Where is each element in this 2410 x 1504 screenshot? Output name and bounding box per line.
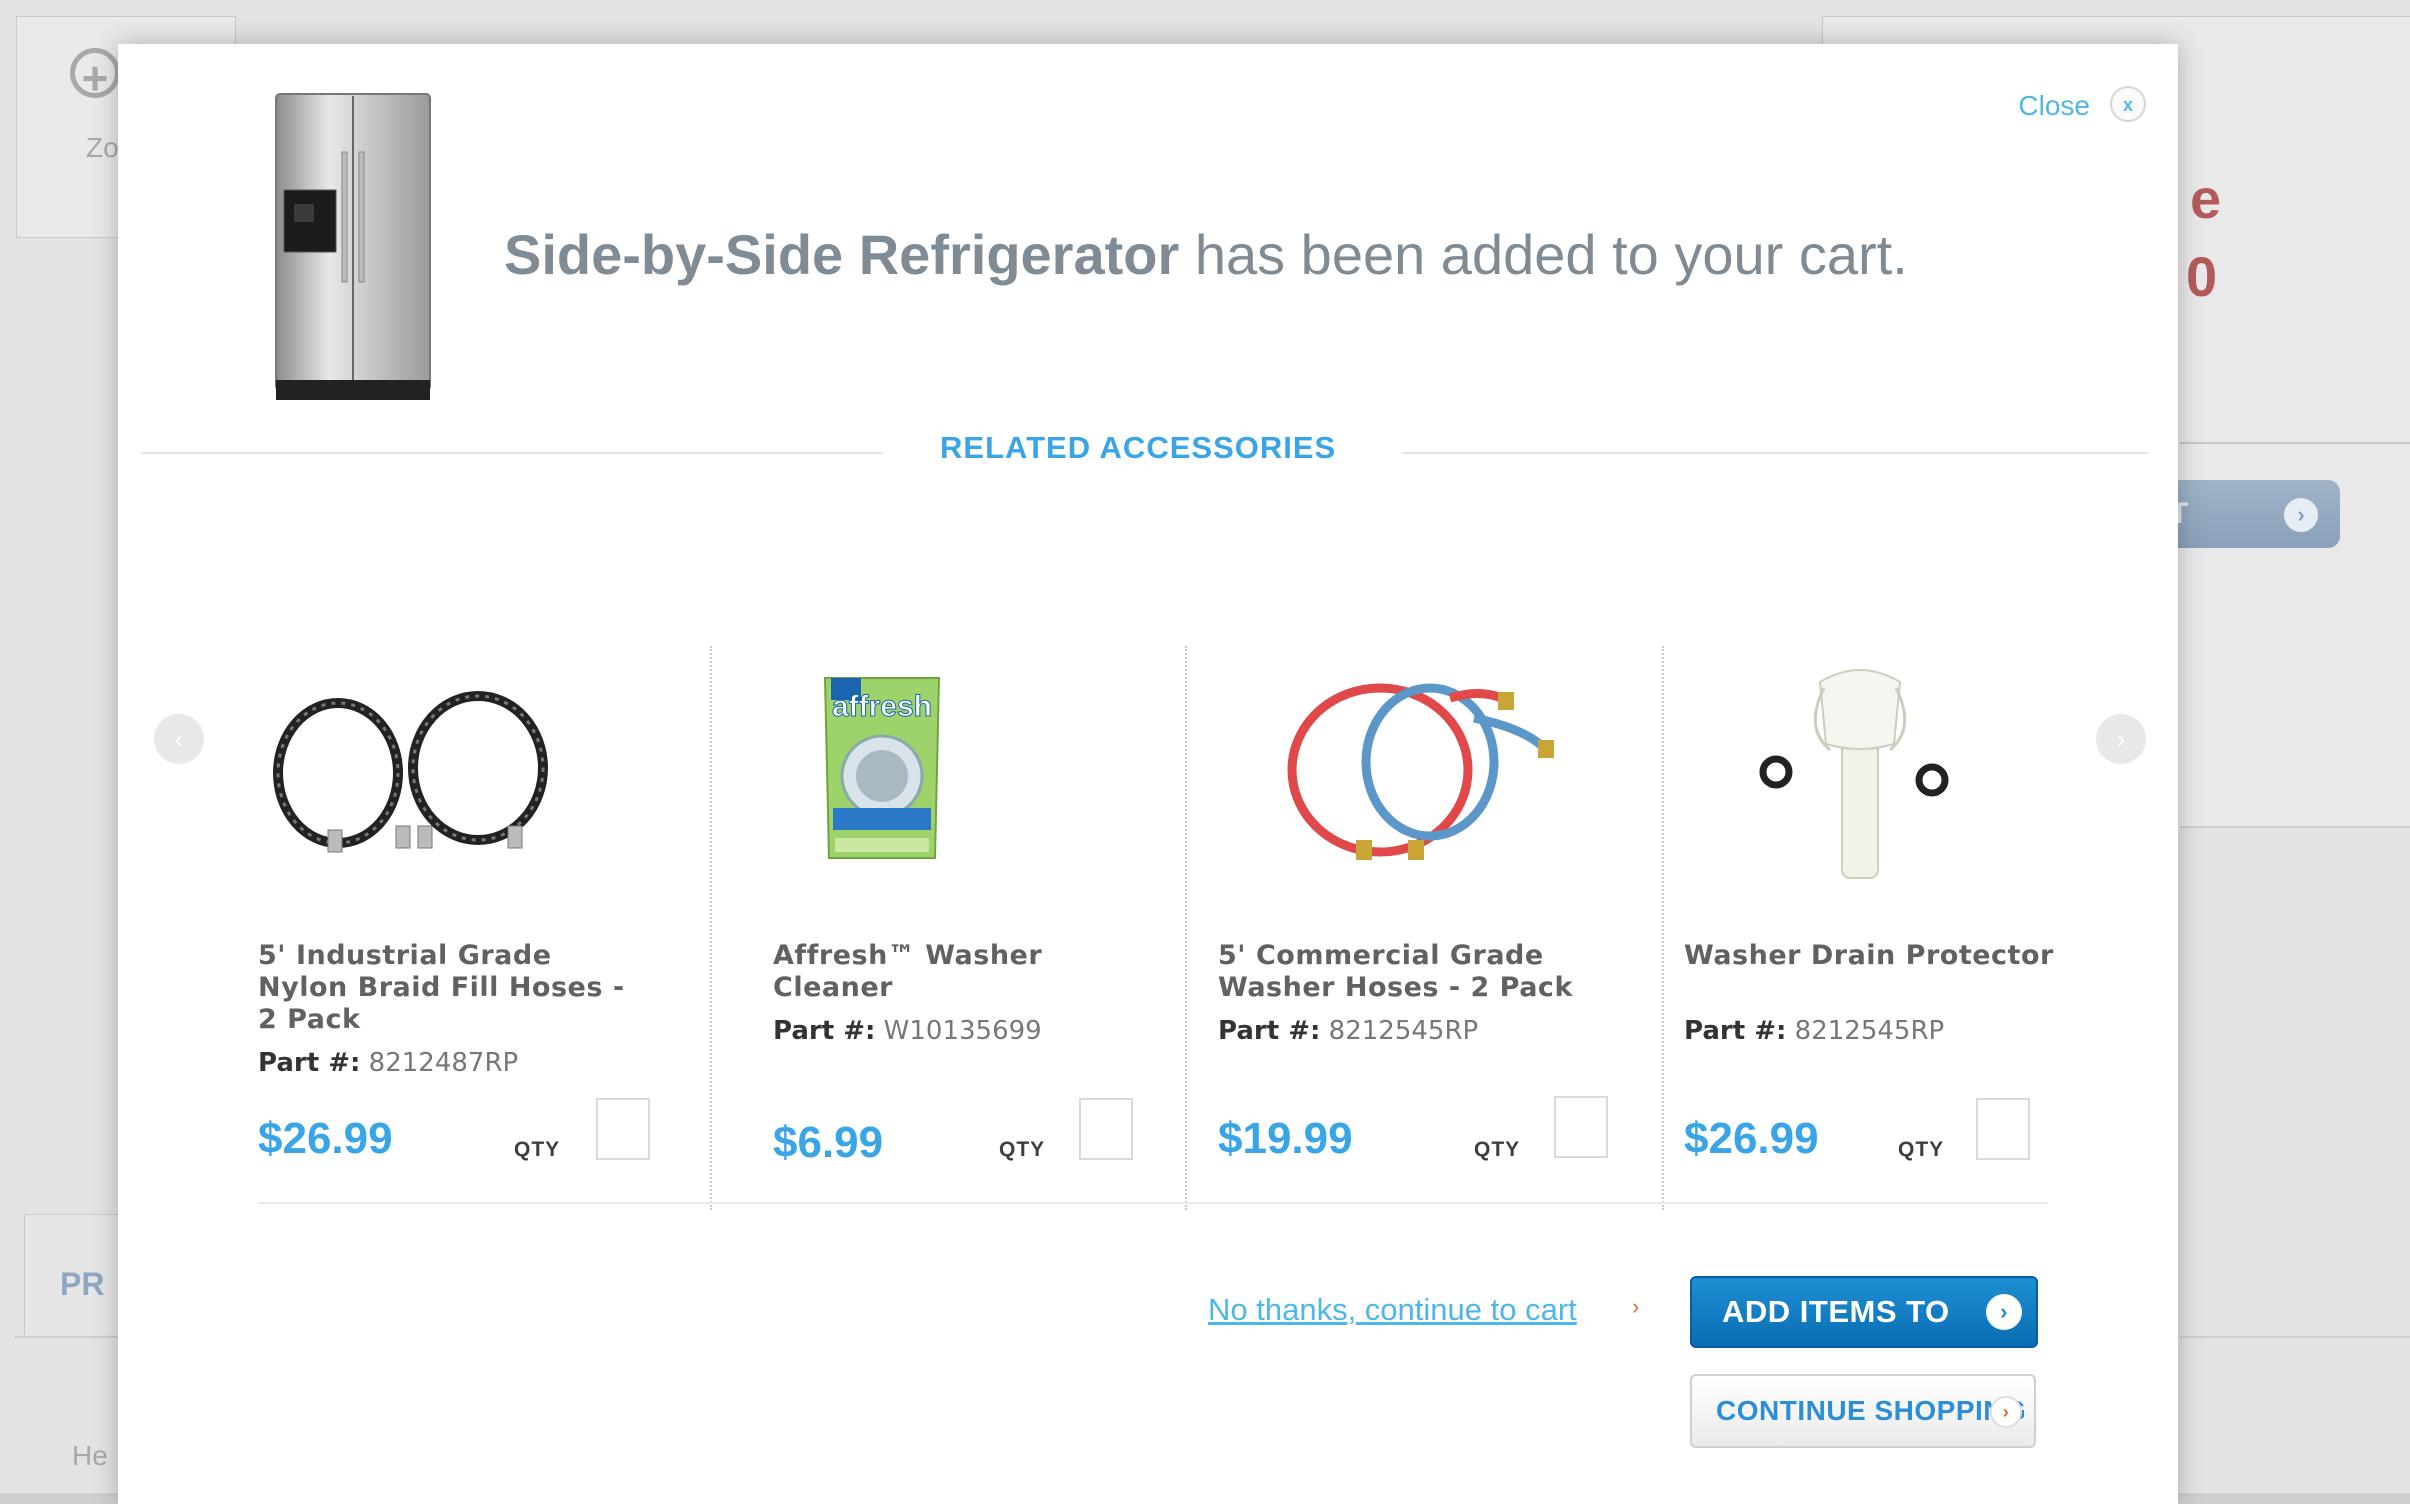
added-product-name: Side-by-Side Refrigerator [504,223,1180,286]
section-divider [258,1202,2048,1204]
product-card: affresh Affresh™ Washer Cleaner Part #: … [773,604,1193,1214]
price-fragment: e 0 [2186,167,2224,308]
qty-input[interactable] [596,1098,650,1160]
qty-label: QTY [999,1138,1046,1161]
qty-label: QTY [1898,1138,1945,1161]
part-number: Part #: 8212545RP [1218,1016,1479,1046]
continue-shopping-button[interactable]: CONTINUE SHOPPING › [1690,1374,2036,1448]
product-divider [710,646,712,1210]
qty-label: QTY [514,1138,561,1161]
accessories-carousel: 5' Industrial Grade Nylon Braid Fill Hos… [258,604,2158,1214]
divider [2180,442,2410,444]
product-divider [1662,646,1664,1210]
section-divider [1402,452,2148,454]
qty-input[interactable] [1554,1096,1608,1158]
added-to-cart-message: has been added to your cart. [1179,223,1908,286]
refrigerator-image [275,93,431,400]
part-number: Part #: W10135699 [773,1016,1042,1046]
no-thanks-link[interactable]: No thanks, continue to cart [1208,1292,1577,1328]
chevron-right-icon: › [1986,1294,2022,1330]
affresh-pouch-icon: affresh [823,677,941,859]
product-price: $26.99 [1684,1114,1819,1163]
product-card: Washer Drain Protector Part #: 8212545RP… [1684,604,2104,1214]
chevron-right-icon: › [1990,1396,2022,1428]
product-divider [1185,646,1187,1210]
zoom-plus-icon: + [70,48,120,103]
product-price: $19.99 [1218,1114,1353,1163]
chevron-right-icon: › [2284,498,2318,532]
add-items-to-cart-button[interactable]: ADD ITEMS TO CART › [1690,1276,2038,1397]
qty-input[interactable] [1079,1098,1133,1160]
braided-hoses-icon [273,691,548,853]
section-title: RELATED ACCESSORIES [940,430,1337,465]
close-icon[interactable]: x [2110,86,2146,122]
qty-label: QTY [1474,1138,1521,1161]
added-to-cart-modal: Close x Side-by-Side Refrigerator has be… [118,44,2178,1504]
close-link[interactable]: Close [2018,90,2090,122]
qty-input[interactable] [1976,1098,2030,1160]
red-blue-hoses-icon [1287,683,1554,860]
section-divider [142,452,882,454]
product-name[interactable]: Washer Drain Protector [1684,940,2064,972]
part-number: Part #: 8212545RP [1684,1016,1945,1046]
product-name[interactable]: 5' Industrial Grade Nylon Braid Fill Hos… [258,940,638,1036]
divider [2180,1336,2410,1338]
product-name[interactable]: 5' Commercial Grade Washer Hoses - 2 Pac… [1218,940,1598,1004]
chevron-right-icon: › [1632,1294,1640,1319]
product-name[interactable]: Affresh™ Washer Cleaner [773,940,1153,1004]
product-card: 5' Industrial Grade Nylon Braid Fill Hos… [258,604,678,1214]
zoom-label: Zo [86,132,119,163]
help-text: He [72,1440,108,1471]
svg-text:affresh: affresh [832,690,932,723]
product-price: $26.99 [258,1114,393,1163]
background-add-to-cart-button: T › [2150,480,2340,548]
drain-protector-icon [1759,669,1949,879]
divider [2180,826,2410,828]
carousel-prev-button[interactable]: ‹ [154,714,204,764]
product-tab-label: PR [60,1266,105,1302]
added-to-cart-headline: Side-by-Side Refrigerator has been added… [504,222,1908,287]
part-number: Part #: 8212487RP [258,1048,519,1078]
product-price: $6.99 [773,1118,884,1167]
product-card: 5' Commercial Grade Washer Hoses - 2 Pac… [1218,604,1638,1214]
